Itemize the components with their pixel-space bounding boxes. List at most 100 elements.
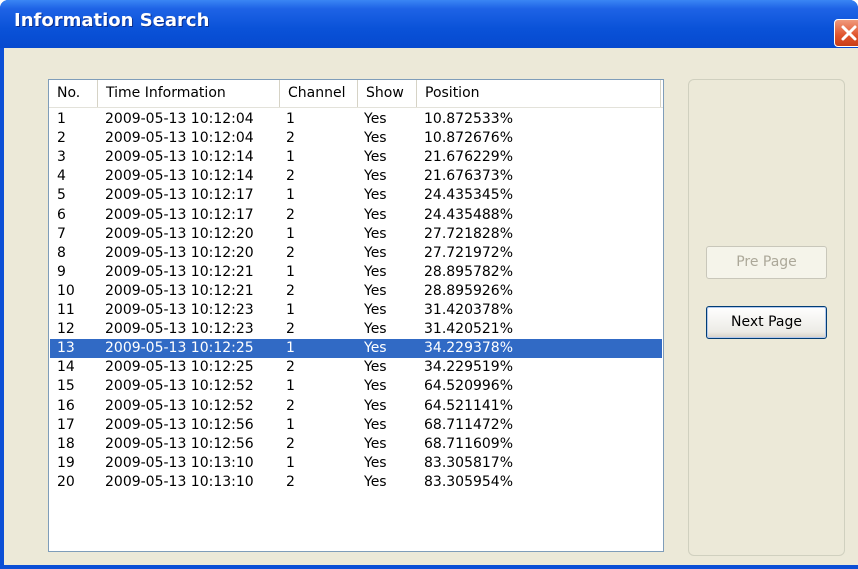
cell-position: 34.229519% bbox=[424, 359, 514, 376]
cell-time: 2009-05-13 10:12:52 bbox=[105, 397, 254, 414]
cell-no: 8 bbox=[57, 244, 66, 261]
column-header-show[interactable]: Show bbox=[358, 80, 417, 107]
next-page-button[interactable]: Next Page bbox=[706, 306, 827, 339]
table-row[interactable]: 6 2009-05-13 10:12:17 2 Yes 24.435488% bbox=[50, 206, 662, 225]
cell-position: 31.420521% bbox=[424, 321, 514, 338]
cell-show: Yes bbox=[364, 473, 387, 490]
cell-time: 2009-05-13 10:12:20 bbox=[105, 244, 254, 261]
table-row[interactable]: 13 2009-05-13 10:12:25 1 Yes 34.229378% bbox=[50, 339, 662, 359]
table-row[interactable]: 17 2009-05-13 10:12:56 1 Yes 68.711472% bbox=[50, 416, 662, 435]
cell-no: 2 bbox=[57, 130, 66, 147]
cell-channel: 1 bbox=[286, 378, 295, 395]
results-list[interactable]: No. Time Information Channel Show Positi… bbox=[48, 79, 664, 552]
cell-show: Yes bbox=[364, 187, 387, 204]
cell-show: Yes bbox=[364, 111, 387, 127]
cell-show: Yes bbox=[364, 416, 387, 433]
table-row[interactable]: 11 2009-05-13 10:12:23 1 Yes 31.420378% bbox=[50, 301, 662, 320]
cell-no: 14 bbox=[57, 359, 75, 376]
cell-time: 2009-05-13 10:12:04 bbox=[105, 111, 254, 127]
cell-no: 20 bbox=[57, 473, 75, 490]
cell-show: Yes bbox=[364, 168, 387, 185]
cell-channel: 1 bbox=[286, 111, 295, 127]
table-row[interactable]: 15 2009-05-13 10:12:52 1 Yes 64.520996% bbox=[50, 377, 662, 396]
cell-channel: 2 bbox=[286, 206, 295, 223]
cell-time: 2009-05-13 10:12:04 bbox=[105, 130, 254, 147]
cell-position: 31.420378% bbox=[424, 302, 514, 318]
cell-position: 24.435488% bbox=[424, 206, 514, 223]
cell-position: 28.895926% bbox=[424, 282, 514, 299]
column-header-channel[interactable]: Channel bbox=[280, 80, 358, 107]
cell-show: Yes bbox=[364, 263, 387, 280]
cell-no: 17 bbox=[57, 416, 75, 433]
window-bottom-border bbox=[0, 565, 858, 569]
close-button[interactable] bbox=[834, 19, 858, 47]
cell-time: 2009-05-13 10:12:52 bbox=[105, 378, 254, 395]
cell-no: 6 bbox=[57, 206, 66, 223]
cell-show: Yes bbox=[364, 454, 387, 471]
cell-show: Yes bbox=[364, 206, 387, 223]
table-row[interactable]: 4 2009-05-13 10:12:14 2 Yes 21.676373% bbox=[50, 167, 662, 186]
cell-position: 10.872676% bbox=[424, 130, 514, 147]
cell-no: 9 bbox=[57, 263, 66, 280]
cell-no: 19 bbox=[57, 454, 75, 471]
cell-time: 2009-05-13 10:12:56 bbox=[105, 416, 254, 433]
cell-position: 21.676373% bbox=[424, 168, 514, 185]
cell-position: 68.711472% bbox=[424, 416, 514, 433]
cell-time: 2009-05-13 10:12:21 bbox=[105, 263, 254, 280]
cell-channel: 1 bbox=[286, 263, 295, 280]
title-bar[interactable]: Information Search bbox=[0, 0, 858, 48]
cell-no: 16 bbox=[57, 397, 75, 414]
table-row[interactable]: 18 2009-05-13 10:12:56 2 Yes 68.711609% bbox=[50, 435, 662, 454]
table-row[interactable]: 14 2009-05-13 10:12:25 2 Yes 34.229519% bbox=[50, 358, 662, 377]
cell-position: 28.895782% bbox=[424, 263, 514, 280]
column-header-time[interactable]: Time Information bbox=[98, 80, 280, 107]
cell-position: 21.676229% bbox=[424, 149, 514, 166]
table-row[interactable]: 19 2009-05-13 10:13:10 1 Yes 83.305817% bbox=[50, 454, 662, 473]
table-row[interactable]: 12 2009-05-13 10:12:23 2 Yes 31.420521% bbox=[50, 320, 662, 339]
table-row[interactable]: 3 2009-05-13 10:12:14 1 Yes 21.676229% bbox=[50, 148, 662, 167]
cell-channel: 1 bbox=[286, 416, 295, 433]
cell-show: Yes bbox=[364, 282, 387, 299]
table-row[interactable]: 20 2009-05-13 10:13:10 2 Yes 83.305954% bbox=[50, 473, 662, 492]
pre-page-button[interactable]: Pre Page bbox=[706, 246, 827, 279]
cell-position: 24.435345% bbox=[424, 187, 514, 204]
cell-time: 2009-05-13 10:12:14 bbox=[105, 168, 254, 185]
information-search-window: Information Search No. Time Information … bbox=[0, 0, 858, 569]
column-header-no[interactable]: No. bbox=[49, 80, 98, 107]
cell-show: Yes bbox=[364, 321, 387, 338]
cell-channel: 1 bbox=[286, 149, 295, 166]
cell-no: 3 bbox=[57, 149, 66, 166]
cell-show: Yes bbox=[364, 378, 387, 395]
navigation-panel: Pre Page Next Page bbox=[688, 79, 845, 556]
table-row[interactable]: 5 2009-05-13 10:12:17 1 Yes 24.435345% bbox=[50, 186, 662, 205]
cell-no: 5 bbox=[57, 187, 66, 204]
list-header: No. Time Information Channel Show Positi… bbox=[49, 80, 663, 108]
table-row[interactable]: 7 2009-05-13 10:12:20 1 Yes 27.721828% bbox=[50, 225, 662, 244]
cell-position: 27.721828% bbox=[424, 225, 514, 242]
table-row[interactable]: 8 2009-05-13 10:12:20 2 Yes 27.721972% bbox=[50, 244, 662, 263]
cell-show: Yes bbox=[364, 244, 387, 261]
cell-channel: 2 bbox=[286, 321, 295, 338]
cell-time: 2009-05-13 10:12:14 bbox=[105, 149, 254, 166]
cell-show: Yes bbox=[364, 302, 387, 318]
column-header-position[interactable]: Position bbox=[417, 80, 661, 107]
cell-time: 2009-05-13 10:12:20 bbox=[105, 225, 254, 242]
cell-show: Yes bbox=[364, 397, 387, 414]
table-row[interactable]: 9 2009-05-13 10:12:21 1 Yes 28.895782% bbox=[50, 263, 662, 282]
cell-no: 10 bbox=[57, 282, 75, 299]
cell-time: 2009-05-13 10:13:10 bbox=[105, 454, 254, 471]
cell-channel: 1 bbox=[286, 340, 295, 357]
cell-show: Yes bbox=[364, 149, 387, 166]
table-row[interactable]: 2 2009-05-13 10:12:04 2 Yes 10.872676% bbox=[50, 129, 662, 148]
table-row[interactable]: 16 2009-05-13 10:12:52 2 Yes 64.521141% bbox=[50, 397, 662, 416]
cell-no: 15 bbox=[57, 378, 75, 395]
cell-channel: 1 bbox=[286, 454, 295, 471]
cell-channel: 2 bbox=[286, 282, 295, 299]
cell-position: 64.520996% bbox=[424, 378, 514, 395]
cell-no: 18 bbox=[57, 435, 75, 452]
table-row[interactable]: 10 2009-05-13 10:12:21 2 Yes 28.895926% bbox=[50, 282, 662, 301]
cell-position: 27.721972% bbox=[424, 244, 514, 261]
table-row[interactable]: 1 2009-05-13 10:12:04 1 Yes 10.872533% bbox=[50, 110, 662, 129]
cell-time: 2009-05-13 10:12:25 bbox=[105, 359, 254, 376]
cell-no: 13 bbox=[57, 340, 75, 357]
